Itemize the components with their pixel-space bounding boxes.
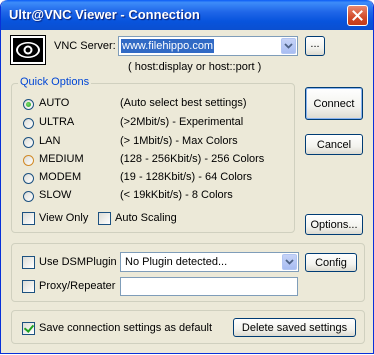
vnc-server-input[interactable]: www.filehippo.com	[121, 39, 215, 53]
connect-button[interactable]: Connect	[305, 87, 363, 120]
radio-ultra-desc: (>2Mbit/s) - Experimental	[120, 116, 244, 128]
radio-auto-label: AUTO	[39, 97, 70, 109]
config-button-label: Config	[315, 256, 347, 269]
vnc-server-combobox[interactable]: www.filehippo.com	[118, 36, 298, 56]
radio-medium-button[interactable]	[23, 154, 34, 166]
radio-lan-button[interactable]	[23, 136, 34, 148]
proxy-repeater-label[interactable]: Proxy/Repeater	[39, 280, 115, 292]
options-button[interactable]: Options...	[305, 214, 363, 235]
chevron-down-icon	[284, 43, 293, 49]
dsmplugin-selected: No Plugin detected...	[125, 256, 228, 268]
radio-modem[interactable]: MODEM (19 - 128Kbit/s) - 64 Colors	[23, 171, 252, 185]
radio-slow-desc: (< 19kKbit/s) - 8 Colors	[120, 189, 233, 201]
options-button-label: Options...	[310, 218, 358, 231]
config-button[interactable]: Config	[305, 253, 357, 272]
use-dsmplugin-checkbox[interactable]	[22, 256, 35, 269]
view-only-checkbox[interactable]	[22, 212, 35, 225]
radio-auto-button[interactable]	[23, 98, 34, 110]
title-bar[interactable]: Ultr@VNC Viewer - Connection	[1, 0, 373, 30]
proxy-repeater-input[interactable]	[120, 277, 298, 296]
radio-modem-desc: (19 - 128Kbit/s) - 64 Colors	[120, 171, 253, 183]
radio-lan-label: LAN	[39, 135, 61, 147]
use-dsmplugin-label[interactable]: Use DSMPlugin	[39, 256, 117, 268]
vnc-server-label: VNC Server:	[54, 40, 116, 52]
radio-slow[interactable]: SLOW (< 19kKbit/s) - 8 Colors	[23, 189, 233, 203]
cancel-button[interactable]: Cancel	[305, 134, 363, 155]
radio-modem-button[interactable]	[23, 172, 34, 184]
radio-lan[interactable]: LAN (> 1Mbit/s) - Max Colors	[23, 135, 238, 149]
save-default-checkbox[interactable]	[22, 322, 35, 335]
radio-medium-label: MEDIUM	[39, 153, 84, 165]
quick-options-title: Quick Options	[18, 76, 92, 88]
radio-slow-button[interactable]	[23, 190, 34, 202]
close-icon	[352, 10, 363, 21]
close-button[interactable]	[347, 5, 368, 26]
dsmplugin-dropdown-button[interactable]	[282, 254, 297, 270]
save-default-label[interactable]: Save connection settings as default	[39, 322, 212, 334]
delete-saved-settings-label: Delete saved settings	[241, 321, 348, 334]
auto-scaling-label[interactable]: Auto Scaling	[115, 212, 177, 224]
browse-button-label: ...	[310, 38, 320, 50]
window-title: Ultr@VNC Viewer - Connection	[9, 7, 200, 22]
radio-auto-desc: (Auto select best settings)	[120, 97, 247, 109]
proxy-repeater-checkbox[interactable]	[22, 280, 35, 293]
radio-ultra-label: ULTRA	[39, 116, 75, 128]
delete-saved-settings-button[interactable]: Delete saved settings	[233, 318, 356, 337]
connect-button-label: Connect	[313, 97, 355, 110]
radio-ultra[interactable]: ULTRA (>2Mbit/s) - Experimental	[23, 116, 243, 130]
radio-medium[interactable]: MEDIUM (128 - 256Kbit/s) - 256 Colors	[23, 153, 264, 167]
dsmplugin-combobox[interactable]: No Plugin detected...	[120, 252, 299, 272]
radio-slow-label: SLOW	[39, 189, 72, 201]
radio-medium-desc: (128 - 256Kbit/s) - 256 Colors	[120, 153, 265, 165]
browse-server-button[interactable]: ...	[305, 36, 325, 56]
connection-dialog: Ultr@VNC Viewer - Connection VNC Server:…	[0, 0, 374, 354]
radio-auto[interactable]: AUTO (Auto select best settings)	[23, 97, 247, 111]
radio-modem-label: MODEM	[39, 171, 82, 183]
view-only-label[interactable]: View Only	[39, 212, 88, 224]
vnc-logo-icon	[11, 36, 45, 64]
radio-lan-desc: (> 1Mbit/s) - Max Colors	[120, 135, 238, 147]
server-format-hint: ( host:display or host::port )	[128, 61, 262, 73]
cancel-button-label: Cancel	[316, 138, 352, 151]
chevron-down-icon	[285, 259, 294, 265]
auto-scaling-checkbox[interactable]	[98, 212, 111, 225]
radio-ultra-button[interactable]	[23, 117, 34, 129]
vnc-server-dropdown-button[interactable]	[281, 38, 296, 54]
